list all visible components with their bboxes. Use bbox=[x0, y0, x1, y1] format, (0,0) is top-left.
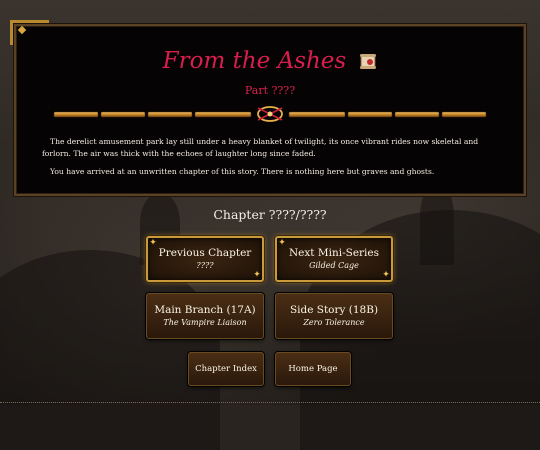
story-title: From the Ashes bbox=[162, 48, 347, 74]
sparkle-icon: ✦ bbox=[253, 270, 261, 280]
scroll-icon bbox=[359, 53, 377, 70]
home-page-label: Home Page bbox=[288, 364, 338, 374]
title-row: From the Ashes bbox=[16, 48, 524, 74]
next-mini-series-button[interactable]: ✦ ✦ Next Mini-Series Gilded Cage bbox=[275, 236, 393, 282]
story-paragraph: You have arrived at an unwritten chapter… bbox=[50, 167, 435, 176]
sparkle-icon: ✦ bbox=[278, 238, 286, 248]
previous-chapter-sub: ???? bbox=[196, 261, 214, 270]
previous-chapter-label: Previous Chapter bbox=[158, 247, 252, 259]
story-paragraph: The derelict amusement park lay still un… bbox=[42, 137, 479, 158]
side-story-label: Side Story (18B) bbox=[289, 304, 379, 316]
next-mini-series-sub: Gilded Cage bbox=[309, 261, 359, 270]
bottom-border bbox=[0, 402, 540, 403]
home-page-button[interactable]: Home Page bbox=[275, 352, 351, 386]
sparkle-icon: ✦ bbox=[149, 238, 157, 248]
main-branch-sub: The Vampire Liaison bbox=[163, 318, 247, 327]
next-mini-series-label: Next Mini-Series bbox=[288, 247, 380, 259]
chapter-index-button[interactable]: Chapter Index bbox=[188, 352, 264, 386]
side-story-button[interactable]: Side Story (18B) Zero Tolerance bbox=[275, 293, 393, 339]
ornamental-divider bbox=[52, 106, 488, 122]
part-label: Part ???? bbox=[244, 84, 296, 97]
side-story-sub: Zero Tolerance bbox=[303, 318, 365, 327]
main-branch-button[interactable]: Main Branch (17A) The Vampire Liaison bbox=[146, 293, 264, 339]
story-text: The derelict amusement park lay still un… bbox=[42, 136, 500, 185]
main-branch-label: Main Branch (17A) bbox=[154, 304, 256, 316]
sparkle-icon: ✦ bbox=[382, 270, 390, 280]
chapter-index-label: Chapter Index bbox=[195, 364, 257, 374]
previous-chapter-button[interactable]: ✦ ✦ Previous Chapter ???? bbox=[146, 236, 264, 282]
chapter-counter: Chapter ????/???? bbox=[213, 207, 327, 222]
corner-ornament bbox=[10, 20, 49, 45]
story-panel: From the Ashes Part ???? The derelict am… bbox=[14, 24, 526, 196]
